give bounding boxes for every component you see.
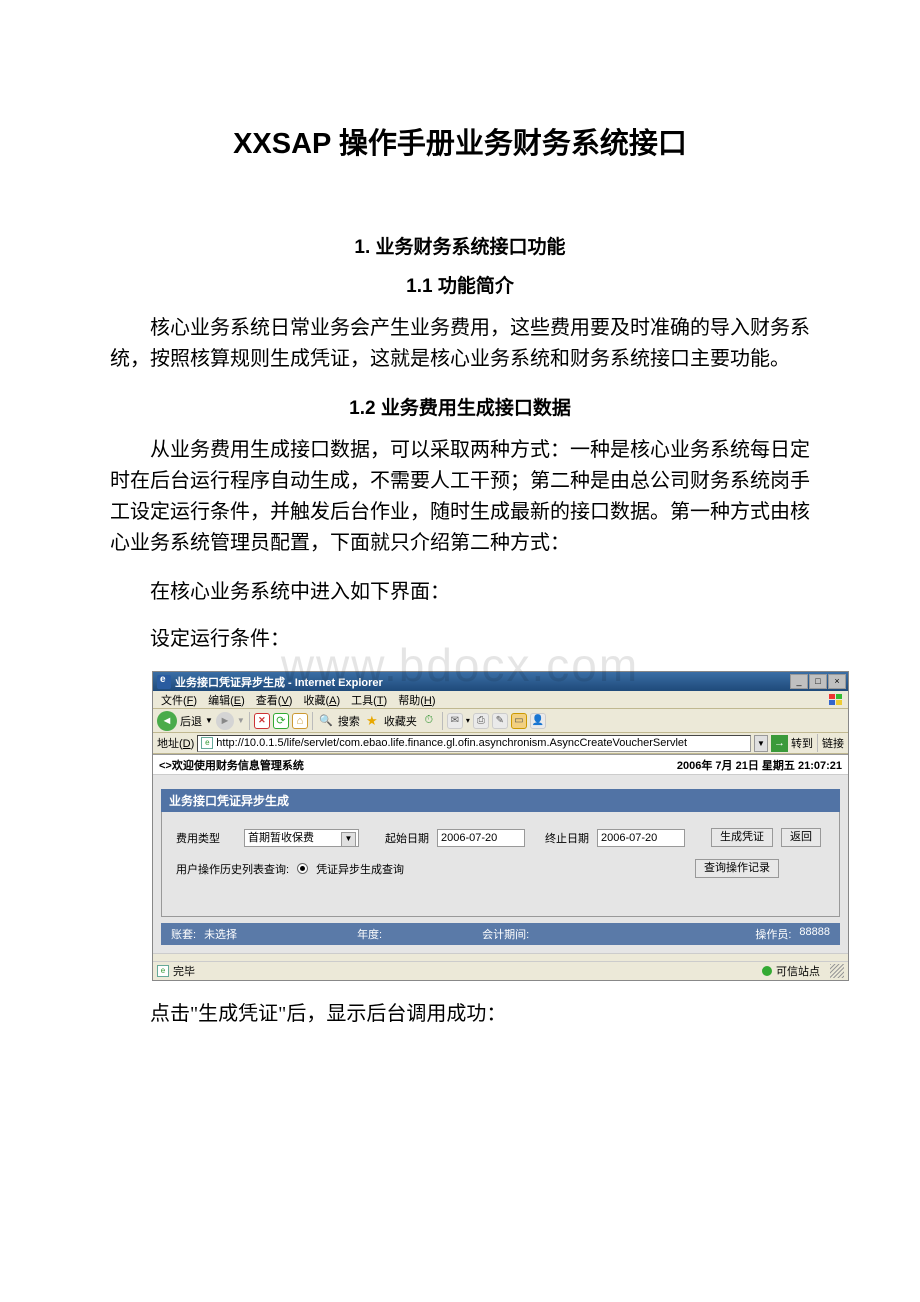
start-date-input[interactable]: 2006-07-20 xyxy=(437,829,525,847)
search-label[interactable]: 搜索 xyxy=(338,713,360,729)
window-title: 业务接口凭证异步生成 - Internet Explorer xyxy=(175,674,383,690)
resize-grip-icon[interactable] xyxy=(830,964,844,978)
back-label[interactable]: 后退 xyxy=(180,713,202,729)
address-input[interactable]: e http://10.0.1.5/life/servlet/com.ebao.… xyxy=(197,735,751,752)
history-icon[interactable]: ⏱ xyxy=(420,712,438,730)
close-button[interactable]: × xyxy=(828,674,846,689)
history-query-label: 用户操作历史列表查询: xyxy=(176,861,289,877)
book-label: 账套: xyxy=(171,926,196,942)
embedded-screenshot: 业务接口凭证异步生成 - Internet Explorer _ □ × 文件(… xyxy=(152,671,849,981)
form-panel: 费用类型 首期暂收保费 起始日期 2006-07-20 终止日期 2006-07… xyxy=(161,812,840,917)
menu-favorites[interactable]: 收藏(A) xyxy=(299,692,344,708)
book-value: 未选择 xyxy=(204,926,237,942)
section-heading: 1. 业务财务系统接口功能 xyxy=(110,232,810,259)
mail-icon[interactable]: ✉ xyxy=(447,713,463,729)
year-label: 年度: xyxy=(357,926,382,942)
home-button[interactable]: ⌂ xyxy=(292,713,308,729)
fee-type-label: 费用类型 xyxy=(176,830,236,846)
browser-statusbar: e 完毕 可信站点 xyxy=(153,961,848,980)
ie-icon xyxy=(157,675,171,689)
end-date-input[interactable]: 2006-07-20 xyxy=(597,829,685,847)
generate-voucher-button[interactable]: 生成凭证 xyxy=(711,828,773,847)
period-label: 会计期间: xyxy=(482,926,529,942)
operator-value: 88888 xyxy=(799,926,830,942)
refresh-button[interactable]: ⟳ xyxy=(273,713,289,729)
links-label[interactable]: 链接 xyxy=(822,735,844,751)
page-icon: e xyxy=(201,737,213,749)
back-button-form[interactable]: 返回 xyxy=(781,828,821,847)
async-query-radio[interactable] xyxy=(297,863,308,874)
window-titlebar: 业务接口凭证异步生成 - Internet Explorer _ □ × xyxy=(153,672,848,691)
subsection-1-2-heading: 1.2 业务费用生成接口数据 xyxy=(110,393,810,420)
menu-edit[interactable]: 编辑(E) xyxy=(204,692,249,708)
maximize-button[interactable]: □ xyxy=(809,674,827,689)
paragraph-1-2-c: 设定运行条件： xyxy=(110,624,810,655)
menu-tools[interactable]: 工具(T) xyxy=(347,692,391,708)
paragraph-1-1: 核心业务系统日常业务会产生业务费用，这些费用要及时准确的导入财务系统，按照核算规… xyxy=(110,313,810,375)
address-url: http://10.0.1.5/life/servlet/com.ebao.li… xyxy=(216,737,687,749)
operator-label: 操作员: xyxy=(755,926,791,942)
back-button[interactable]: ◄ xyxy=(157,711,177,731)
welcome-bar: <>欢迎使用财务信息管理系统 2006年 7月 21日 星期五 21:07:21 xyxy=(153,755,848,775)
subsection-1-1-heading: 1.1 功能简介 xyxy=(110,271,810,298)
address-label: 地址(D) xyxy=(157,735,194,751)
go-label[interactable]: 转到 xyxy=(791,735,813,751)
edit-icon[interactable]: ✎ xyxy=(492,713,508,729)
query-records-button[interactable]: 查询操作记录 xyxy=(695,859,779,878)
toolbar: ◄ 后退 ▼ ► ▼ ✕ ⟳ ⌂ 🔍 搜索 ★ 收藏夹 ⏱ ✉ ▾ ⎙ ✎ ▭ … xyxy=(153,709,848,733)
messenger-icon[interactable]: 👤 xyxy=(530,713,546,729)
address-bar: 地址(D) e http://10.0.1.5/life/servlet/com… xyxy=(153,733,848,754)
favorites-label[interactable]: 收藏夹 xyxy=(384,713,417,729)
trusted-site-text: 可信站点 xyxy=(776,963,820,979)
minimize-button[interactable]: _ xyxy=(790,674,808,689)
welcome-text: <>欢迎使用财务信息管理系统 xyxy=(159,757,304,773)
async-query-radio-label: 凭证异步生成查询 xyxy=(316,861,404,877)
menu-file[interactable]: 文件(F) xyxy=(157,692,201,708)
panel-title: 业务接口凭证异步生成 xyxy=(161,789,840,812)
menu-view[interactable]: 查看(V) xyxy=(252,692,297,708)
end-date-label: 终止日期 xyxy=(545,830,589,846)
trusted-site-icon xyxy=(762,966,772,976)
paragraph-1-2-d: 点击"生成凭证"后，显示后台调用成功： xyxy=(110,999,810,1030)
favorites-icon[interactable]: ★ xyxy=(363,712,381,730)
start-date-label: 起始日期 xyxy=(385,830,429,846)
paragraph-1-2-a: 从业务费用生成接口数据，可以采取两种方式：一种是核心业务系统每日定时在后台运行程… xyxy=(110,435,810,559)
folder-icon[interactable]: ▭ xyxy=(511,713,527,729)
status-row: 账套: 未选择 年度: 会计期间: 操作员: 88888 xyxy=(161,923,840,945)
status-done-text: 完毕 xyxy=(173,963,195,979)
address-dropdown[interactable]: ▼ xyxy=(754,735,768,752)
stop-button[interactable]: ✕ xyxy=(254,713,270,729)
page-content: <>欢迎使用财务信息管理系统 2006年 7月 21日 星期五 21:07:21… xyxy=(153,754,848,953)
status-page-icon: e xyxy=(157,965,169,977)
paragraph-1-2-b: 在核心业务系统中进入如下界面： xyxy=(110,577,810,608)
datetime-text: 2006年 7月 21日 星期五 21:07:21 xyxy=(677,757,842,773)
document-title: XXSAP 操作手册业务财务系统接口 xyxy=(110,120,810,162)
forward-button[interactable]: ► xyxy=(216,712,234,730)
menubar: 文件(F) 编辑(E) 查看(V) 收藏(A) 工具(T) 帮助(H) xyxy=(153,691,848,709)
windows-logo-icon xyxy=(828,693,844,707)
print-icon[interactable]: ⎙ xyxy=(473,713,489,729)
menu-help[interactable]: 帮助(H) xyxy=(394,692,439,708)
search-icon[interactable]: 🔍 xyxy=(317,712,335,730)
go-button[interactable]: → xyxy=(771,735,788,752)
fee-type-select[interactable]: 首期暂收保费 xyxy=(244,829,359,847)
